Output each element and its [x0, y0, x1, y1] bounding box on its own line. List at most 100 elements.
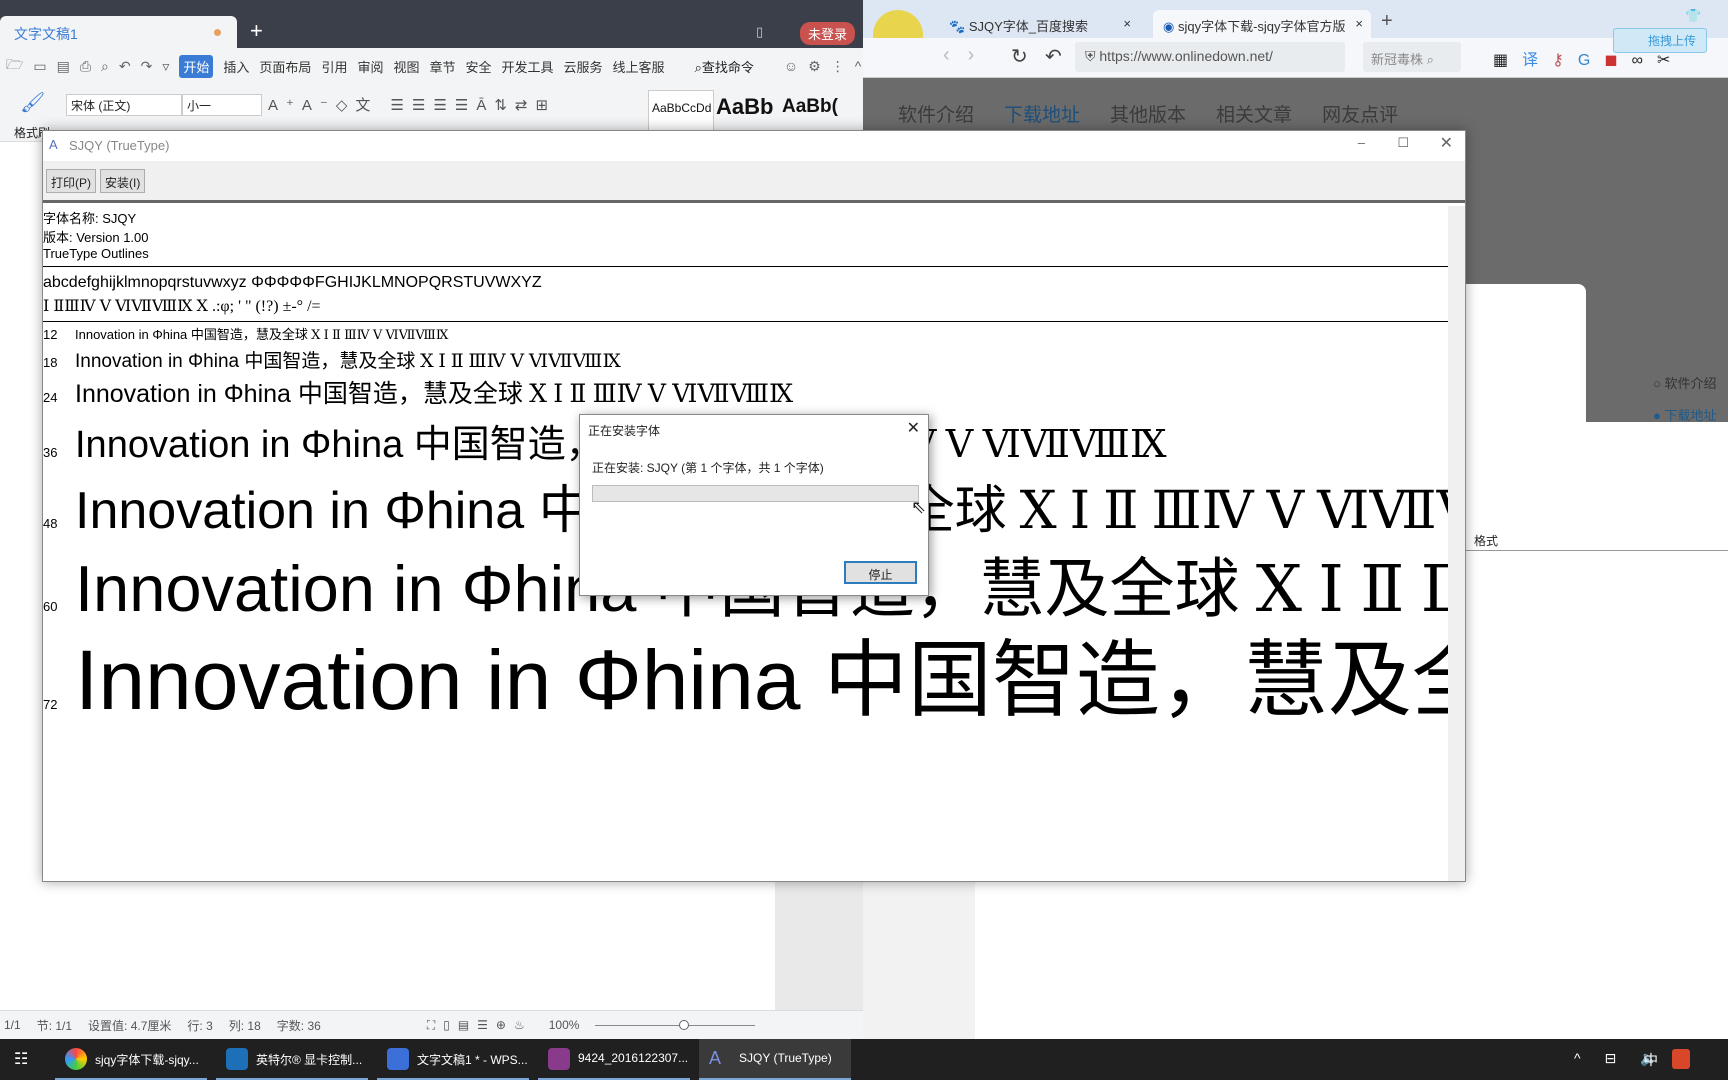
find-command[interactable]: ⌕查找命令	[695, 57, 754, 76]
undo-icon[interactable]: ↶	[119, 58, 131, 75]
menu-view[interactable]: 视图	[393, 57, 419, 76]
new-tab-plus-icon[interactable]: +	[250, 18, 263, 44]
menu-cloud[interactable]: 云服务	[564, 57, 603, 76]
close-icon[interactable]: ×	[1123, 16, 1131, 31]
layout-icon[interactable]: ▯	[756, 24, 763, 40]
menu-support[interactable]: 线上客服	[613, 57, 665, 76]
menu-reference[interactable]: 引用	[321, 57, 347, 76]
task-view-icon[interactable]: ☷	[14, 1049, 28, 1069]
wps-doc-tab[interactable]: 文字文稿1	[0, 16, 237, 48]
view-mode-icons[interactable]: ⛶▯▤☰⊕♨	[427, 1018, 533, 1033]
font-name-line: 字体名称: SJQY	[43, 211, 137, 226]
tab-baidu[interactable]: 🐾 SJQY字体_百度搜索 ×	[939, 10, 1139, 38]
restore-icon[interactable]: ↶	[1045, 44, 1062, 69]
search-icon: ⌕	[1426, 52, 1434, 67]
zoom-level[interactable]: 100%	[549, 1018, 580, 1032]
skin-icon[interactable]: 👕	[1685, 8, 1701, 24]
url-bar[interactable]: ⛨ https://www.onlinedown.net/	[1075, 42, 1345, 72]
style-normal[interactable]: AaBbCcDd	[648, 90, 714, 134]
menu-start[interactable]: 开始	[179, 54, 214, 78]
sample-latin: Innovation in Φhina	[75, 351, 245, 372]
taskbar-label: SJQY (TrueType)	[739, 1051, 832, 1065]
menu-security[interactable]: 安全	[466, 57, 492, 76]
print-icon[interactable]: ⎙	[80, 58, 91, 75]
close-icon[interactable]: ✕	[1440, 133, 1453, 153]
timeline-label: 下载地址	[1664, 408, 1717, 423]
zoom-slider[interactable]	[595, 1019, 756, 1030]
nav-intro[interactable]: 软件介绍	[898, 100, 974, 127]
nav-back-forward-icons[interactable]: ‹›	[943, 44, 992, 67]
font-viewer-toolbar: 打印(P) 安装(I)	[43, 161, 1465, 203]
feedback-icon[interactable]: ☺	[784, 58, 798, 74]
more-icon[interactable]: ⋮	[831, 58, 845, 75]
size-label: 12	[43, 327, 58, 342]
close-icon[interactable]: ✕	[907, 418, 920, 438]
nav-versions[interactable]: 其他版本	[1110, 100, 1186, 127]
taskbar-wps[interactable]: 文字文稿1 * - WPS...	[377, 1039, 529, 1080]
redo-icon[interactable]: ↷	[141, 58, 153, 75]
status-setting: 设置值: 4.7厘米	[88, 1018, 172, 1033]
nav-download[interactable]: 下载地址	[1004, 100, 1080, 127]
reload-icon[interactable]: ↻	[1011, 44, 1028, 69]
font-tools-icons[interactable]: A⁺A⁻◇文 ☰☰☰☰Ā⇅⇄⊞	[268, 94, 556, 115]
install-button[interactable]: 安装(I)	[100, 169, 146, 193]
sogou-icon[interactable]	[1672, 1049, 1690, 1069]
font-name-select[interactable]: 宋体 (正文)	[66, 94, 182, 116]
taskbar-label: 9424_2016122307...	[578, 1051, 689, 1065]
taskbar-label: 英特尔® 显卡控制...	[256, 1053, 363, 1067]
size-label: 18	[43, 355, 58, 370]
font-icon: A	[709, 1048, 722, 1068]
nav-articles[interactable]: 相关文章	[1216, 100, 1292, 127]
pdf-icon[interactable]: ▤	[57, 58, 70, 75]
menu-insert[interactable]: 插入	[223, 57, 249, 76]
install-progress-dialog: 正在安装字体 ✕ 正在安装: SJQY (第 1 个字体，共 1 个字体) 停止…	[579, 414, 929, 596]
install-progress-bar	[592, 485, 919, 502]
taskbar-intel[interactable]: 英特尔® 显卡控制...	[216, 1039, 368, 1080]
outlines-line: TrueType Outlines	[43, 246, 149, 261]
font-viewer-titlebar: A SJQY (TrueType) – ☐ ✕	[43, 131, 1465, 161]
drag-upload-button[interactable]: 拖拽上传	[1613, 28, 1708, 53]
timeline-intro[interactable]: ○ 软件介绍	[1653, 368, 1716, 400]
preview-icon[interactable]: ⌕	[101, 58, 109, 75]
close-icon[interactable]: ×	[1355, 16, 1363, 31]
sample-cjk: 中国智造，慧及全球	[244, 351, 421, 372]
save-icon[interactable]: ▭	[33, 58, 46, 75]
tab-onlinedown[interactable]: ◉ sjqy字体下载-sjqy字体官方版 ×	[1153, 10, 1371, 38]
ime-indicator[interactable]: 中	[1644, 1050, 1658, 1070]
taskbar-browser[interactable]: sjqy字体下载-sjqy...	[55, 1039, 207, 1080]
collapse-icon[interactable]: ^	[855, 58, 862, 74]
size-label: 60	[43, 599, 58, 614]
nav-reviews[interactable]: 网友点评	[1322, 100, 1398, 127]
gear-icon[interactable]: ⚙	[808, 58, 821, 75]
menu-layout[interactable]: 页面布局	[259, 57, 311, 76]
maximize-icon[interactable]: ☐	[1397, 135, 1409, 151]
vertical-scrollbar[interactable]	[1448, 206, 1465, 881]
menu-review[interactable]: 审阅	[357, 57, 383, 76]
url-text: https://www.onlinedown.net/	[1099, 48, 1273, 64]
status-col: 列: 18	[228, 1018, 261, 1033]
minimize-icon[interactable]: –	[1358, 135, 1365, 150]
wps-tabbar: 文字文稿1 + ▯ 未登录	[0, 0, 863, 48]
search-placeholder: 新冠毒株	[1371, 52, 1424, 67]
font-icon: A	[49, 137, 58, 152]
dialog-title: 正在安装字体	[588, 424, 661, 438]
format-painter-icon[interactable]: 🖌	[20, 90, 45, 115]
taskbar-font-viewer[interactable]: A SJQY (TrueType)	[699, 1039, 851, 1080]
print-button[interactable]: 打印(P)	[46, 169, 96, 193]
stop-button[interactable]: 停止	[844, 561, 917, 584]
font-size-select[interactable]: 小一	[182, 94, 262, 116]
open-icon[interactable]: 🗁	[6, 54, 23, 78]
menu-devtools[interactable]: 开发工具	[502, 57, 554, 76]
size-label: 48	[43, 516, 58, 531]
dropdown-icon[interactable]: ▿	[162, 58, 169, 75]
size-label: 72	[43, 697, 58, 712]
size-label: 24	[43, 390, 58, 405]
search-box[interactable]: 新冠毒株 ⌕	[1363, 42, 1461, 72]
tab-title: sjqy字体下载-sjqy字体官方版	[1177, 19, 1346, 34]
sample-roman: Ⅹ Ⅰ Ⅱ ⅢⅣ Ⅴ ⅥⅦⅧⅨ	[311, 327, 449, 342]
menu-chapter[interactable]: 章节	[429, 57, 455, 76]
new-tab-plus-icon[interactable]: +	[1381, 10, 1393, 33]
taskbar-archive[interactable]: 9424_2016122307...	[538, 1039, 690, 1080]
sample-row-12: 12 Innovation in Φhina 中国智造，慧及全球 Ⅹ Ⅰ Ⅱ ⅢⅣ…	[43, 324, 1448, 343]
login-button[interactable]: 未登录	[800, 22, 856, 45]
